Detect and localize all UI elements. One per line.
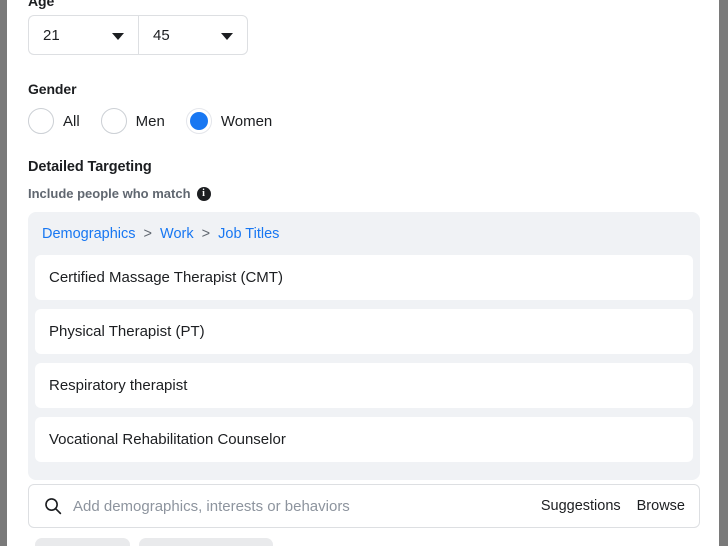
list-item[interactable]: Vocational Rehabilitation Counselor [35, 417, 693, 462]
breadcrumb-item-demographics[interactable]: Demographics [42, 226, 136, 242]
gender-option-men[interactable]: Men [100, 108, 165, 134]
chevron-down-icon [112, 33, 124, 40]
bottom-chip-2[interactable] [139, 538, 273, 546]
gender-option-all[interactable]: All [28, 108, 80, 134]
age-min-value: 21 [43, 26, 60, 44]
radio-unchecked-icon [100, 108, 127, 134]
targeting-search-bar[interactable]: Add demographics, interests or behaviors… [28, 484, 700, 528]
info-icon[interactable]: i [196, 186, 211, 201]
detailed-targeting-subtitle: Include people who match i [28, 186, 211, 201]
detailed-targeting-label: Detailed Targeting [28, 159, 152, 175]
window-right-edge [719, 0, 728, 546]
window-left-edge [0, 0, 7, 546]
gender-option-women-label: Women [220, 112, 273, 130]
age-range-control: 21 45 [28, 15, 248, 55]
screenshot-root: Age 21 45 Gender All Men Women Detailed … [0, 0, 728, 546]
gender-section-label: Gender [28, 81, 77, 97]
chevron-down-icon [221, 33, 233, 40]
search-icon [45, 498, 62, 515]
browse-button[interactable]: Browse [637, 498, 685, 514]
targeting-results-panel: Demographics > Work > Job Titles Certifi… [28, 212, 700, 480]
list-item[interactable]: Physical Therapist (PT) [35, 309, 693, 354]
breadcrumb-separator: > [201, 226, 211, 242]
list-item[interactable]: Certified Massage Therapist (CMT) [35, 255, 693, 300]
gender-option-women[interactable]: Women [185, 108, 273, 134]
age-section-label: Age [28, 0, 55, 9]
breadcrumb-separator: > [143, 226, 152, 242]
gender-radio-group: All Men Women [28, 108, 272, 134]
radio-dot [189, 112, 208, 130]
bottom-chip-1[interactable] [35, 538, 130, 546]
targeting-option-list: Certified Massage Therapist (CMT) Physic… [35, 255, 693, 471]
radio-checked-icon [185, 108, 212, 134]
suggestions-button[interactable]: Suggestions [541, 498, 621, 514]
age-max-select[interactable]: 45 [138, 15, 248, 55]
radio-unchecked-icon [28, 108, 54, 134]
age-min-select[interactable]: 21 [28, 15, 138, 55]
age-max-value: 45 [153, 26, 170, 44]
detailed-targeting-subtitle-text: Include people who match [28, 186, 191, 201]
gender-option-all-label: All [63, 112, 80, 130]
breadcrumb-item-job-titles[interactable]: Job Titles [218, 226, 279, 242]
search-input[interactable]: Add demographics, interests or behaviors [73, 498, 525, 515]
breadcrumb: Demographics > Work > Job Titles [42, 225, 279, 243]
breadcrumb-item-work[interactable]: Work [160, 226, 194, 242]
list-item[interactable]: Respiratory therapist [35, 363, 693, 408]
gender-option-men-label: Men [135, 112, 165, 130]
ad-audience-form: Age 21 45 Gender All Men Women Detailed … [7, 0, 719, 546]
